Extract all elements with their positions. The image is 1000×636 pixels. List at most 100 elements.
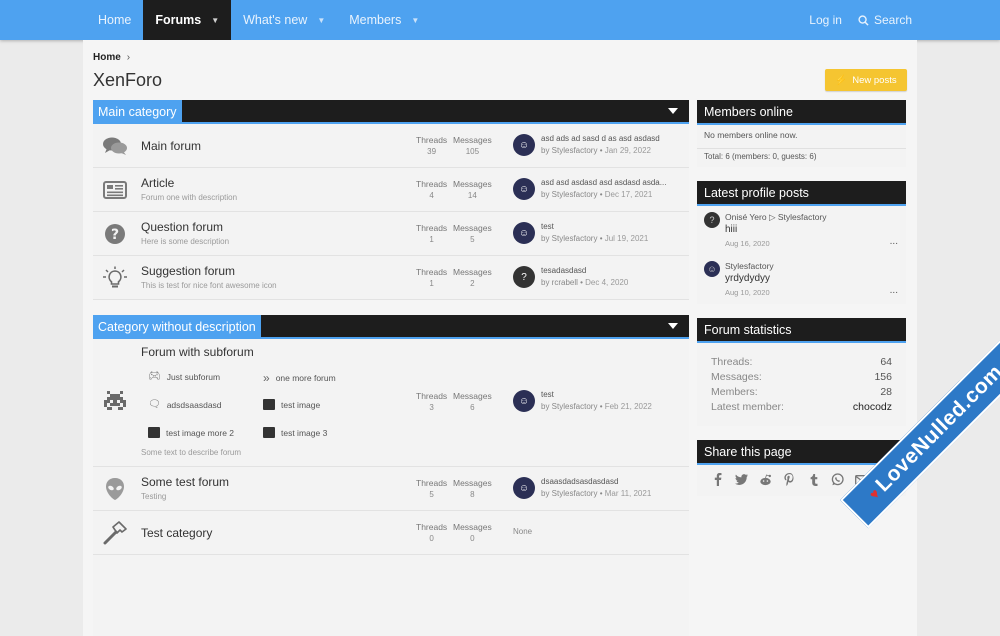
pinterest-icon[interactable] [783, 473, 796, 486]
last-post-author[interactable]: by rcrabell [541, 278, 578, 287]
forum-title[interactable]: Question forum [141, 220, 223, 234]
messages-label: Messages [453, 135, 492, 145]
subforum-label: test image [281, 399, 321, 410]
forum-title[interactable]: Forum with subforum [141, 345, 254, 359]
block-title[interactable]: Members online [697, 100, 906, 125]
profile-post: ? Onisé Yero ▷ Stylesfactory hiii Aug 16… [697, 206, 906, 255]
collapse-icon[interactable] [668, 108, 678, 114]
subforum-label: Just subforum [166, 371, 221, 382]
profile-post-message: yrdydydyy [725, 273, 771, 284]
profile-post-date[interactable]: Aug 16, 2020 [725, 239, 770, 248]
last-post-author[interactable]: by Stylesfactory [541, 402, 597, 411]
category-title[interactable]: Main category [93, 100, 182, 124]
category-title[interactable]: Category without description [93, 315, 261, 339]
subforum-link[interactable]: » one more forum [263, 371, 336, 385]
threads-label: Threads [416, 267, 448, 277]
last-post-date[interactable]: Jul 19, 2021 [605, 234, 649, 243]
reddit-icon[interactable] [759, 473, 772, 486]
avatar[interactable]: ? [513, 266, 535, 288]
avatar[interactable]: ☺ [513, 178, 535, 200]
chevron-down-icon[interactable]: ▼ [317, 16, 325, 25]
forum-title[interactable]: Some test forum [141, 475, 229, 489]
forum-title[interactable]: Test category [141, 526, 212, 540]
stat-label: Messages: [711, 371, 762, 383]
nav-forums[interactable]: Forums ▼ [143, 0, 232, 40]
forum-description: Forum one with description [141, 193, 238, 202]
last-post-author[interactable]: by Stylesfactory [541, 146, 597, 155]
last-post-author[interactable]: by Stylesfactory [541, 234, 597, 243]
last-post-title[interactable]: asd asd asdasd asd asdasd asda... [541, 178, 681, 187]
more-icon[interactable]: ... [890, 285, 898, 296]
threads-stat: Threads 0 [416, 521, 447, 545]
last-post-title[interactable]: tesadasdasd [541, 266, 681, 275]
avatar[interactable]: ☺ [513, 477, 535, 499]
forum-node: Test category Threads 0 Messages 0 None [93, 511, 689, 555]
avatar[interactable]: ☺ [513, 134, 535, 156]
last-post-meta: by Stylesfactory • Feb 21, 2022 [541, 402, 652, 411]
forum-title[interactable]: Article [141, 176, 174, 190]
nav-members[interactable]: Members ▼ [337, 0, 431, 40]
twitter-icon[interactable] [735, 473, 748, 486]
comments-icon [101, 132, 129, 160]
profile-post-date[interactable]: Aug 10, 2020 [725, 288, 770, 297]
subforum-link[interactable]: test image more 2 [148, 427, 234, 438]
forum-description: Some text to describe forum [141, 448, 242, 457]
new-posts-button[interactable]: ⚡ New posts [825, 69, 907, 91]
threads-label: Threads [416, 522, 448, 532]
messages-stat: Messages 105 [453, 134, 492, 158]
new-posts-label: New posts [852, 74, 897, 86]
last-post-meta: by Stylesfactory • Jul 19, 2021 [541, 234, 649, 243]
last-post-title[interactable]: dsaasdadsasdasdasd [541, 477, 681, 486]
messages-count: 6 [470, 403, 475, 412]
profile-post-author[interactable]: Onisé Yero ▷ Stylesfactory [725, 212, 827, 223]
facebook-icon[interactable] [711, 473, 724, 486]
subforum-label: one more forum [275, 373, 336, 383]
messages-stat: Messages 5 [453, 222, 492, 246]
subforum-link[interactable]: test image 3 [263, 427, 327, 438]
messages-count: 8 [470, 490, 475, 499]
members-online-block: Members online No members online now. To… [697, 100, 906, 167]
category-without-description: Category without description Forum with … [93, 315, 689, 636]
stat-label: Threads: [711, 356, 753, 368]
subforum-link[interactable]: 🎮︎ Just subforum [148, 371, 220, 382]
last-post-author[interactable]: by Stylesfactory [541, 190, 597, 199]
forum-title[interactable]: Suggestion forum [141, 264, 235, 278]
chevron-down-icon[interactable]: ▼ [211, 16, 219, 25]
last-post-title[interactable]: test [541, 222, 681, 231]
subforum-link[interactable]: test image [263, 399, 320, 410]
whatsapp-icon[interactable] [831, 473, 844, 486]
messages-label: Messages [453, 179, 492, 189]
nav-home[interactable]: Home [86, 0, 143, 40]
avatar[interactable]: ☺ [513, 222, 535, 244]
last-post-date[interactable]: Dec 17, 2021 [605, 190, 653, 199]
latest-member-link[interactable]: chocodz [853, 401, 892, 413]
nav-whats-new[interactable]: What's new ▼ [231, 0, 337, 40]
messages-label: Messages [453, 267, 492, 277]
last-post-date[interactable]: Feb 21, 2022 [605, 402, 652, 411]
collapse-icon[interactable] [668, 323, 678, 329]
more-icon[interactable]: ... [890, 236, 898, 247]
search-link[interactable]: Search [858, 13, 912, 27]
avatar[interactable]: ☺ [704, 261, 720, 277]
subforum-link[interactable]: 🗨︎ adsdsaasdasd [148, 399, 222, 410]
profile-post-author[interactable]: Stylesfactory [725, 261, 774, 271]
last-post-date[interactable]: Dec 4, 2020 [585, 278, 628, 287]
avatar[interactable]: ☺ [513, 390, 535, 412]
forum-title[interactable]: Main forum [141, 139, 201, 153]
chevron-down-icon[interactable]: ▼ [411, 16, 419, 25]
last-post-title[interactable]: asd ads ad sasd d as asd asdasd [541, 134, 681, 143]
forum-node: Main forum Threads 39 Messages 105 ☺ asd a… [93, 124, 689, 168]
tumblr-icon[interactable] [807, 473, 820, 486]
last-post-date[interactable]: Jan 29, 2022 [605, 146, 651, 155]
block-title[interactable]: Latest profile posts [697, 181, 906, 206]
stat-value: 156 [874, 371, 892, 383]
last-post-date[interactable]: Mar 11, 2021 [605, 489, 652, 498]
last-post-author[interactable]: by Stylesfactory [541, 489, 597, 498]
block-title[interactable]: Forum statistics [697, 318, 906, 343]
avatar[interactable]: ? [704, 212, 720, 228]
login-link[interactable]: Log in [809, 13, 842, 27]
breadcrumb-home[interactable]: Home [93, 52, 121, 63]
last-post-title[interactable]: test [541, 390, 681, 399]
stat-members: Members: 28 [711, 386, 892, 398]
nav-account-area: Log in Search [809, 0, 912, 40]
